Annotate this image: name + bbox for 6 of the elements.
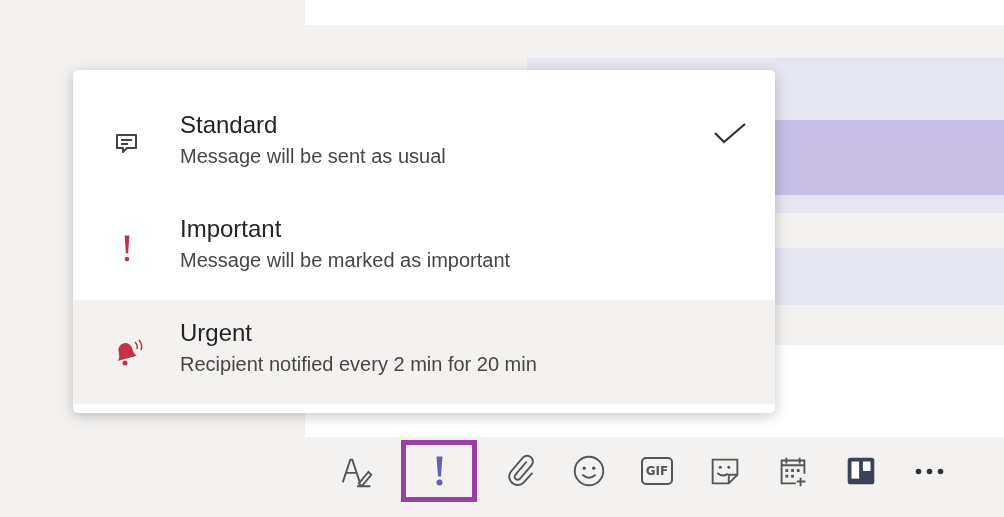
- option-title: Standard: [180, 110, 279, 139]
- option-description: Recipient notified every 2 min for 20 min: [180, 352, 538, 376]
- option-description: Message will be marked as important: [180, 248, 512, 272]
- option-title: Important: [180, 214, 283, 243]
- option-title: Urgent: [180, 318, 254, 347]
- option-description: Message will be sent as usual: [180, 144, 447, 168]
